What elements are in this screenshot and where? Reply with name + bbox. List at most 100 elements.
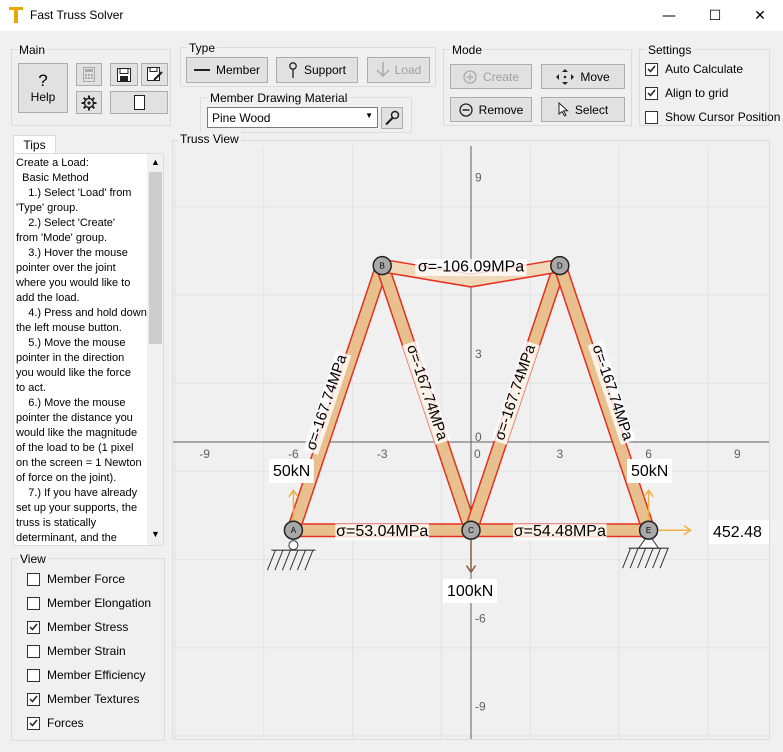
view-checkbox-row[interactable]: Member Stress bbox=[27, 620, 151, 634]
setting-checkbox-row[interactable]: Align to grid bbox=[645, 86, 780, 100]
tip-line: would like the magnitude bbox=[16, 427, 138, 439]
support-hatch bbox=[644, 548, 654, 569]
y-tick-label: -6 bbox=[475, 611, 486, 625]
x-tick-label: 0 bbox=[474, 447, 481, 461]
down-arrow-icon bbox=[376, 62, 390, 78]
view-checkbox-row[interactable]: Member Elongation bbox=[27, 596, 151, 610]
setting-checkbox[interactable] bbox=[645, 86, 658, 100]
stress-label-text: σ=-167.74MPa bbox=[491, 342, 539, 443]
material-edit-button[interactable] bbox=[381, 107, 403, 129]
support-type-button[interactable]: Support bbox=[276, 57, 358, 83]
maximize-button[interactable]: ☐ bbox=[692, 0, 738, 31]
tips-panel: Create a Load: Basic Method 1.) Select '… bbox=[13, 153, 164, 546]
scroll-up-icon[interactable]: ▲ bbox=[151, 157, 160, 167]
help-button-label: Help bbox=[30, 90, 56, 104]
create-button[interactable]: Create bbox=[450, 64, 532, 89]
member-type-label: Member bbox=[215, 63, 260, 77]
checkmark-icon bbox=[647, 65, 656, 73]
roller-wheel bbox=[288, 540, 299, 551]
tip-line: set up your supports, the bbox=[16, 502, 138, 514]
view-checkbox[interactable] bbox=[27, 596, 40, 610]
support-pin-icon bbox=[289, 62, 297, 78]
view-checkbox[interactable] bbox=[27, 572, 40, 586]
tab-tips-label: Tips bbox=[23, 137, 46, 152]
setting-checkbox-row[interactable]: Auto Calculate bbox=[645, 62, 780, 76]
tab-tips[interactable]: Tips bbox=[13, 135, 56, 153]
checkmark-icon bbox=[29, 719, 38, 727]
view-checkbox-row[interactable]: Member Efficiency bbox=[27, 668, 151, 682]
minimize-button[interactable]: — bbox=[646, 0, 692, 31]
support-type-label: Support bbox=[303, 63, 347, 77]
minus-circle-icon bbox=[459, 102, 473, 117]
view-checkbox-label: Member Stress bbox=[47, 620, 129, 634]
support-hatch bbox=[281, 550, 291, 571]
x-tick-label: 6 bbox=[645, 447, 652, 461]
view-checkbox-label: Member Strain bbox=[47, 644, 126, 658]
view-checkbox-label: Member Elongation bbox=[47, 596, 152, 610]
tip-line: you would like the force bbox=[16, 367, 131, 379]
view-checkbox-row[interactable]: Member Strain bbox=[27, 644, 151, 658]
app-icon bbox=[9, 7, 23, 23]
view-checkbox[interactable] bbox=[27, 692, 40, 706]
remove-button[interactable]: Remove bbox=[450, 97, 532, 122]
joint-label: D bbox=[557, 262, 563, 271]
tip-line: 1.) Select 'Load' from bbox=[16, 187, 132, 199]
view-checkbox-row[interactable]: Member Textures bbox=[27, 692, 151, 706]
truss-view-title: Truss View bbox=[178, 132, 241, 146]
select-button-label: Select bbox=[574, 102, 609, 117]
view-checkbox[interactable] bbox=[27, 668, 40, 682]
tip-line: 5.) Move the mouse bbox=[16, 337, 126, 349]
load-type-label: Load bbox=[394, 63, 422, 77]
view-checkbox-row[interactable]: Member Force bbox=[27, 572, 151, 586]
tip-line: 7.) If you have already bbox=[16, 487, 138, 499]
save-button[interactable] bbox=[110, 63, 138, 86]
scroll-down-icon[interactable]: ▼ bbox=[151, 529, 160, 539]
select-button[interactable]: Select bbox=[541, 97, 625, 122]
view-checkbox-row[interactable]: Forces bbox=[27, 716, 151, 730]
move-arrows-icon bbox=[556, 68, 575, 85]
stress-label: σ=-167.74MPa bbox=[402, 340, 451, 445]
load-type-button[interactable]: Load bbox=[367, 57, 430, 83]
new-file-button[interactable] bbox=[110, 91, 168, 114]
close-button[interactable]: ✕ bbox=[737, 0, 783, 31]
tip-line: pointer in the direction bbox=[16, 352, 125, 364]
setting-checkbox[interactable] bbox=[645, 62, 658, 76]
window-title: Fast Truss Solver bbox=[30, 8, 124, 22]
tip-line: of the load to be (1 pixel bbox=[16, 442, 134, 454]
setting-checkbox-label: Align to grid bbox=[665, 86, 729, 100]
move-button[interactable]: Move bbox=[541, 64, 625, 89]
tips-scrollbar[interactable]: ▲ ▼ bbox=[147, 154, 163, 545]
x-tick-label: -6 bbox=[288, 447, 299, 461]
calculator-icon bbox=[83, 67, 95, 82]
tip-line: 3.) Hover the mouse bbox=[16, 247, 128, 259]
joint-label: A bbox=[291, 526, 297, 535]
view-checkbox[interactable] bbox=[27, 644, 40, 658]
new-file-icon bbox=[133, 95, 145, 110]
stress-label: σ=53.04MPa bbox=[335, 523, 429, 541]
truss-canvas[interactable]: -9-6-30369930-3-6-9σ=-167.74MPaσ=-167.74… bbox=[173, 146, 769, 739]
view-checkbox[interactable] bbox=[27, 620, 40, 634]
save-as-button[interactable] bbox=[141, 63, 168, 86]
tip-line: Create a Load: bbox=[16, 157, 89, 169]
tip-line: 'Type' group. bbox=[16, 202, 79, 214]
mode-group-title: Mode bbox=[450, 43, 485, 57]
checkmark-icon bbox=[29, 695, 38, 703]
settings-button[interactable] bbox=[76, 91, 102, 114]
tips-scrollbar-thumb[interactable] bbox=[149, 172, 162, 344]
setting-checkbox[interactable] bbox=[645, 110, 658, 124]
support-hatch bbox=[652, 548, 662, 569]
member-type-button[interactable]: Member bbox=[186, 57, 268, 83]
stress-label: σ=54.48MPa bbox=[513, 523, 607, 541]
view-checkbox[interactable] bbox=[27, 716, 40, 730]
help-icon: ? bbox=[38, 71, 48, 90]
setting-checkbox-row[interactable]: Show Cursor Position bbox=[645, 110, 780, 124]
member-body bbox=[288, 263, 388, 532]
material-select[interactable]: Pine Wood ▼ bbox=[207, 107, 378, 128]
save-as-icon bbox=[146, 67, 163, 81]
material-group-title: Member Drawing Material bbox=[208, 91, 350, 105]
help-button[interactable]: ? Help bbox=[18, 63, 68, 113]
x-tick-label: 9 bbox=[734, 447, 741, 461]
force-label-e-vertical: 50kN bbox=[631, 463, 668, 480]
settings-group-title: Settings bbox=[646, 43, 694, 57]
calculator-button[interactable] bbox=[76, 63, 102, 86]
